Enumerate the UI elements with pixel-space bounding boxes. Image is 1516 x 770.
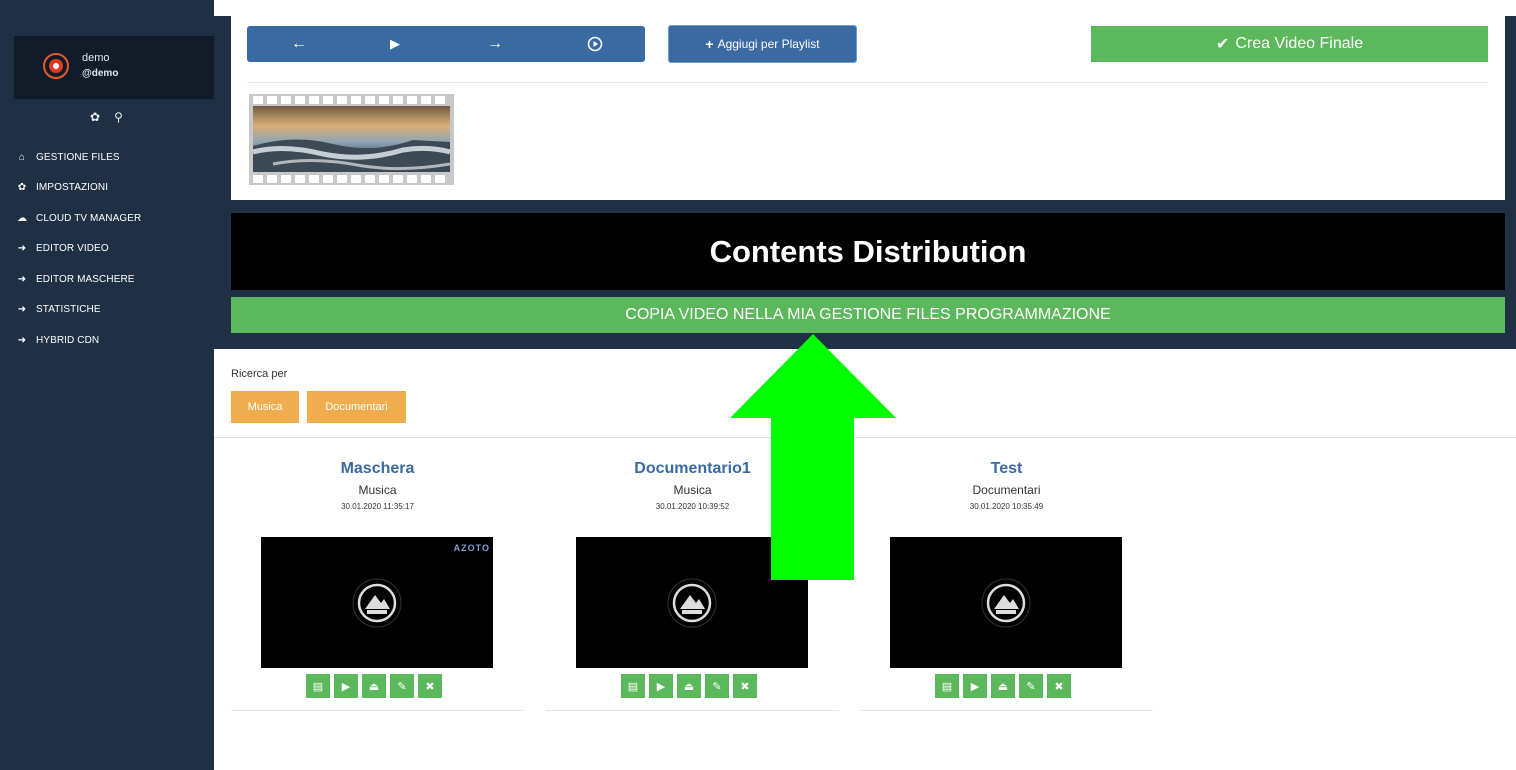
arrow-right-icon: ➜ xyxy=(17,304,27,316)
mountain-logo-icon xyxy=(352,578,402,628)
sidebar-item-gestione-files[interactable]: ⌂ GESTIONE FILES xyxy=(0,142,214,173)
user-name: demo xyxy=(82,52,110,64)
home-icon: ⌂ xyxy=(18,151,26,163)
edit-pencil-icon[interactable]: ✎ xyxy=(390,674,414,698)
sidebar-item-statistiche[interactable]: ➜ STATISTICHE xyxy=(0,295,214,326)
search-label: Ricerca per xyxy=(231,368,288,380)
video-card: Maschera Musica 30.01.2020 11:35:17 AZOT… xyxy=(231,455,524,711)
cloud-icon: ☁ xyxy=(16,212,28,224)
user-profile-icon[interactable]: ⚲ xyxy=(114,110,123,124)
video-category: Musica xyxy=(358,483,397,497)
sidebar-item-label: EDITOR VIDEO xyxy=(36,243,109,255)
play-icon[interactable]: ▶ xyxy=(334,674,358,698)
create-final-video-label: Crea Video Finale xyxy=(1235,35,1364,52)
timeline-clip-thumbnail[interactable] xyxy=(249,94,454,185)
video-date: 30.01.2020 11:35:17 xyxy=(341,502,414,511)
sidebar-item-hybrid-cdn[interactable]: ➜ HYBRID CDN xyxy=(0,325,214,356)
gear-icon: ✿ xyxy=(17,182,27,194)
film-sprocket-holes xyxy=(253,175,450,183)
user-logo-icon xyxy=(43,53,69,79)
video-thumbnail[interactable] xyxy=(890,537,1122,668)
contents-distribution-title: Contents Distribution xyxy=(231,213,1505,290)
sidebar-item-impostazioni[interactable]: ✿ IMPOSTAZIONI xyxy=(0,173,214,204)
sidebar-quick-icons: ✿ ⚲ xyxy=(90,110,123,124)
arrow-right-icon: ➜ xyxy=(17,243,27,255)
delete-icon[interactable]: ✖ xyxy=(1047,674,1071,698)
video-category: Documentari xyxy=(972,483,1041,497)
upload-icon[interactable]: ⏏ xyxy=(677,674,701,698)
sidebar-nav: ⌂ GESTIONE FILES ✿ IMPOSTAZIONI ☁ CLOUD TV … xyxy=(0,142,214,356)
filter-tag-musica[interactable]: Musica xyxy=(231,391,299,423)
settings-gear-icon[interactable]: ✿ xyxy=(90,110,100,124)
delete-icon[interactable]: ✖ xyxy=(733,674,757,698)
check-icon: ✔ xyxy=(1215,36,1230,53)
play-icon[interactable]: ▶ xyxy=(649,674,673,698)
add-to-playlist-button[interactable]: + Aggiugi per Playlist xyxy=(668,25,857,63)
sidebar-item-editor-maschere[interactable]: ➜ EDITOR MASCHERE xyxy=(0,264,214,295)
details-icon[interactable]: ▤ xyxy=(935,674,959,698)
user-box[interactable]: demo @demo xyxy=(14,36,214,99)
sidebar-item-label: EDITOR MASCHERE xyxy=(36,273,135,285)
copy-video-button[interactable]: COPIA VIDEO NELLA MIA GESTIONE FILES PRO… xyxy=(231,297,1505,333)
play-circle-icon[interactable] xyxy=(575,26,615,62)
user-handle: @demo xyxy=(82,68,119,79)
annotation-arrow-icon xyxy=(730,334,896,580)
sidebar-item-label: STATISTICHE xyxy=(36,304,101,316)
video-actions: ▤ ▶ ⏏ ✎ ✖ xyxy=(935,674,1071,698)
edit-pencil-icon[interactable]: ✎ xyxy=(705,674,729,698)
sidebar-item-cloud-tv-manager[interactable]: ☁ CLOUD TV MANAGER xyxy=(0,203,214,234)
video-title[interactable]: Maschera xyxy=(231,460,524,478)
previous-arrow-icon[interactable]: ← xyxy=(279,26,319,62)
sidebar: demo @demo ✿ ⚲ ⌂ GESTIONE FILES ✿ IMPOSTAZ… xyxy=(0,0,214,770)
clip-image xyxy=(252,106,451,172)
sidebar-item-label: CLOUD TV MANAGER xyxy=(36,212,142,224)
create-final-video-button[interactable]: ✔ Crea Video Finale xyxy=(1091,26,1488,62)
sidebar-item-label: IMPOSTAZIONI xyxy=(36,182,109,194)
brand-watermark: AZOTO xyxy=(453,543,490,553)
sidebar-item-editor-video[interactable]: ➜ EDITOR VIDEO xyxy=(0,234,214,265)
mountain-logo-icon xyxy=(981,578,1031,628)
video-card: Test Documentari 30.01.2020 10:35:49 ▤ ▶… xyxy=(860,455,1153,711)
filter-tag-documentari[interactable]: Documentari xyxy=(307,391,406,423)
play-icon[interactable]: ▶ xyxy=(375,26,415,62)
video-actions: ▤ ▶ ⏏ ✎ ✖ xyxy=(621,674,757,698)
video-thumbnail[interactable]: AZOTO xyxy=(261,537,493,668)
video-date: 30.01.2020 10:35:49 xyxy=(969,502,1044,511)
edit-pencil-icon[interactable]: ✎ xyxy=(1019,674,1043,698)
film-sprocket-holes xyxy=(253,96,450,104)
arrow-right-icon: ➜ xyxy=(17,273,27,285)
details-icon[interactable]: ▤ xyxy=(621,674,645,698)
add-to-playlist-label: Aggiugi per Playlist xyxy=(717,37,820,51)
upload-icon[interactable]: ⏏ xyxy=(362,674,386,698)
mountain-logo-icon xyxy=(667,578,717,628)
delete-icon[interactable]: ✖ xyxy=(418,674,442,698)
details-icon[interactable]: ▤ xyxy=(306,674,330,698)
player-controls: ← ▶ → xyxy=(247,26,645,62)
arrow-right-icon: ➜ xyxy=(17,334,27,346)
upload-icon[interactable]: ⏏ xyxy=(991,674,1015,698)
video-title[interactable]: Test xyxy=(860,460,1153,478)
play-icon[interactable]: ▶ xyxy=(963,674,987,698)
next-arrow-icon[interactable]: → xyxy=(475,26,515,62)
divider xyxy=(247,82,1488,83)
sidebar-item-label: HYBRID CDN xyxy=(36,334,100,346)
video-actions: ▤ ▶ ⏏ ✎ ✖ xyxy=(306,674,442,698)
plus-icon: + xyxy=(705,36,714,52)
sidebar-item-label: GESTIONE FILES xyxy=(36,151,120,163)
